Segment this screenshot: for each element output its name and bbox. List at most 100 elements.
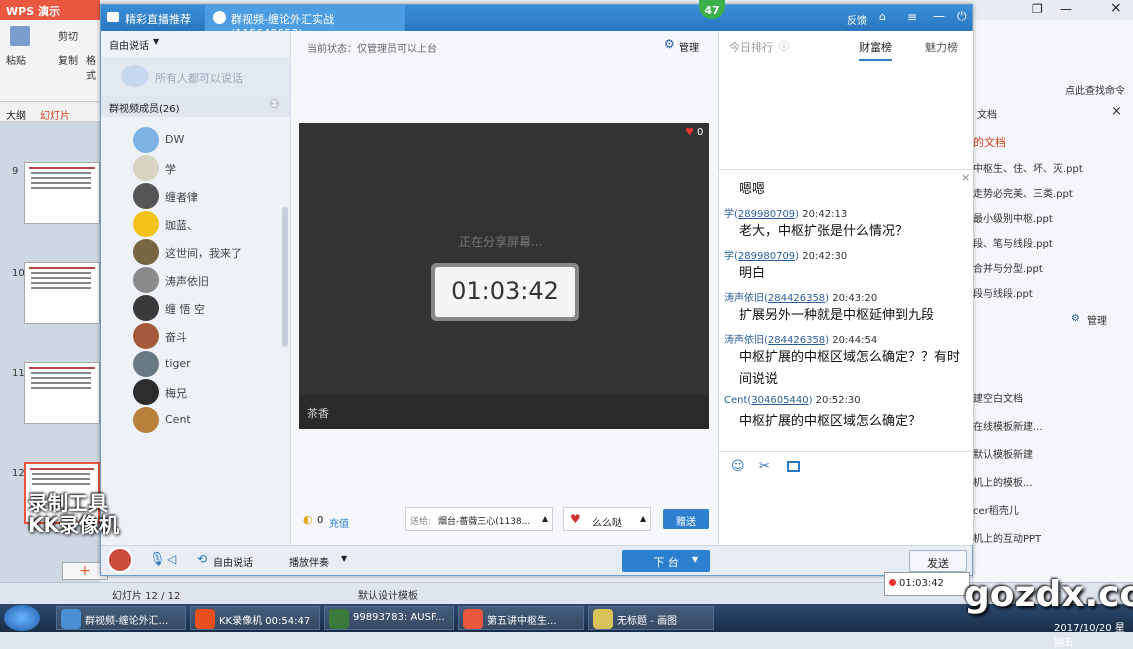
message-qq[interactable]: 304605440 (751, 395, 808, 406)
close-icon[interactable]: × (961, 171, 970, 184)
slide-counter: 幻灯片 12 / 12 (112, 591, 181, 602)
slide-thumbnail[interactable] (24, 362, 100, 424)
member-scrollbar[interactable] (282, 207, 288, 347)
tab-wealth-rank[interactable]: 财富榜 (859, 39, 892, 61)
recent-file[interactable]: 段与线段.ppt (973, 285, 1033, 300)
message-user[interactable]: Cent (724, 395, 747, 406)
skin-icon[interactable]: ⌂ (879, 10, 886, 23)
speaker-icon[interactable]: ◁ (167, 552, 176, 566)
taskbar-item[interactable]: 99893783: AUSF... (324, 606, 454, 630)
gift-send-button[interactable]: 赠送 (663, 509, 709, 529)
close-icon[interactable]: × (1110, 0, 1122, 16)
tab-charm-rank[interactable]: 魅力榜 (925, 39, 958, 55)
message-user[interactable]: 涛声依旧 (724, 335, 764, 346)
format-button[interactable]: 格式 (86, 52, 100, 82)
taskbar-item[interactable]: KK录像机 00:54:47 (190, 606, 320, 630)
taskbar-item[interactable]: 无标题 - 画图 (588, 606, 714, 630)
message-qq[interactable]: 289980709 (738, 209, 795, 220)
member-item[interactable]: 缠者律 (133, 183, 283, 209)
message-time: 20:43:20 (832, 293, 878, 304)
emoji-icon[interactable]: ☺ (731, 459, 745, 474)
template-item[interactable]: cer稻壳儿 (973, 502, 1019, 517)
add-member-icon[interactable]: ⚇ (269, 97, 280, 111)
message-user[interactable]: 学 (724, 251, 734, 262)
message-input[interactable] (719, 477, 973, 543)
menu-icon[interactable]: ≡ (907, 10, 917, 24)
clock-date[interactable]: 2017/10/20 星期五 (1054, 619, 1133, 649)
restore-icon[interactable]: ❐ (1032, 2, 1043, 16)
copy-button[interactable]: 复制 (58, 52, 78, 67)
paste-icon[interactable] (10, 26, 30, 46)
tab-group-video[interactable]: 群视频-缠论外汇实战(115640657) (205, 5, 405, 40)
recording-indicator[interactable]: 01:03:42 (884, 572, 970, 596)
accompany-button[interactable]: 播放伴奏 (289, 554, 329, 569)
slide-thumbnail[interactable] (24, 162, 100, 224)
self-avatar[interactable] (107, 547, 133, 573)
tab-outline[interactable]: 大纲 (6, 107, 26, 122)
gift-select[interactable]: ♥ 么么哒 ▲ (563, 507, 651, 531)
message-time: 20:42:30 (802, 251, 848, 262)
speak-mode-dropdown[interactable]: 自由说话 (109, 37, 149, 52)
member-item[interactable]: Cent (133, 407, 283, 433)
template-item[interactable]: 机上的模板... (973, 474, 1033, 489)
gear-icon[interactable]: ⚙ (664, 37, 675, 51)
recent-file[interactable]: 段、笔与线段.ppt (973, 235, 1053, 250)
chevron-down-icon[interactable]: ▼ (341, 554, 347, 563)
recent-file[interactable]: 走势必完美、三类.ppt (973, 185, 1073, 200)
member-item[interactable]: 缠 悟 空 (133, 295, 283, 321)
paste-button[interactable]: 粘贴 (6, 52, 26, 67)
template-item[interactable]: 默认模板新建 (973, 446, 1033, 461)
chevron-down-icon[interactable]: ▼ (153, 37, 159, 46)
chevron-down-icon[interactable]: ▼ (692, 555, 698, 564)
leave-stage-button[interactable]: 下 台 ▼ (622, 550, 710, 572)
tab-slides[interactable]: 幻灯片 (40, 107, 70, 122)
recharge-link[interactable]: 充值 (329, 515, 349, 530)
slide-thumbnail[interactable] (24, 262, 100, 324)
message-qq[interactable]: 284426358 (768, 293, 825, 304)
scissors-icon[interactable]: ✂ (759, 459, 770, 474)
manage-link[interactable]: 管理 (1087, 312, 1107, 327)
cut-button[interactable]: 剪切 (58, 28, 78, 43)
member-item[interactable]: 学 (133, 155, 283, 181)
message-qq[interactable]: 284426358 (768, 335, 825, 346)
pane-close-icon[interactable]: × (1111, 104, 1122, 119)
online-badge: 47 (699, 0, 725, 19)
taskbar-item[interactable]: 第五讲中枢生... (458, 606, 584, 630)
message-user[interactable]: 涛声依旧 (724, 293, 764, 304)
template-item[interactable]: 机上的互动PPT (973, 530, 1041, 545)
microphone-icon[interactable]: 🎙 (149, 552, 166, 567)
member-item[interactable]: 这世间，我来了 (133, 239, 283, 265)
start-button-icon[interactable] (4, 605, 40, 631)
recent-file[interactable]: 最小级别中枢.ppt (973, 210, 1053, 225)
tab-today-rank[interactable]: 今日排行 (729, 39, 773, 55)
kk-watermark-line: KK录像机 (28, 513, 119, 537)
template-item[interactable]: 建空白文档 (973, 390, 1023, 405)
recent-file[interactable]: 中枢生、住、坏、灭.ppt (973, 160, 1083, 175)
power-icon[interactable]: ⏻ (957, 9, 967, 24)
send-button[interactable]: 发送 (909, 550, 967, 572)
command-search[interactable]: 点此查找命令 (1065, 82, 1125, 97)
minimize-icon[interactable]: — (1060, 2, 1072, 16)
tab-live-recommend[interactable]: 精彩直播推荐 (101, 5, 201, 31)
image-icon[interactable] (787, 461, 800, 472)
help-icon[interactable]: ⓘ (779, 38, 789, 53)
template-item[interactable]: 在线模板新建... (973, 418, 1043, 433)
gift-recipient-select[interactable]: 送给: 烟台-蔷薇三心(1138... ▲ (405, 507, 553, 531)
manage-button[interactable]: 管理 (679, 39, 699, 54)
speak-mode-button[interactable]: 自由说话 (213, 554, 253, 569)
recent-file[interactable]: 合并与分型.ppt (973, 260, 1043, 275)
minimize-icon[interactable]: — (933, 9, 945, 23)
member-item[interactable]: DW (133, 127, 283, 153)
member-item[interactable]: 奋斗 (133, 323, 283, 349)
message-qq[interactable]: 289980709 (738, 251, 795, 262)
member-item[interactable]: 涛声依旧 (133, 267, 283, 293)
gear-icon[interactable]: ⚙ (1071, 313, 1080, 324)
feedback-link[interactable]: 反馈 (847, 12, 867, 27)
message-user[interactable]: 学 (724, 209, 734, 220)
member-item[interactable]: 梅兄 (133, 379, 283, 405)
member-item[interactable]: tiger (133, 351, 283, 377)
member-item[interactable]: 珈蓝、 (133, 211, 283, 237)
wps-presentation-icon (463, 609, 483, 629)
wps-app-title[interactable]: WPS 演示 (0, 0, 100, 20)
taskbar-item[interactable]: 群视频-缠论外汇... (56, 606, 186, 630)
